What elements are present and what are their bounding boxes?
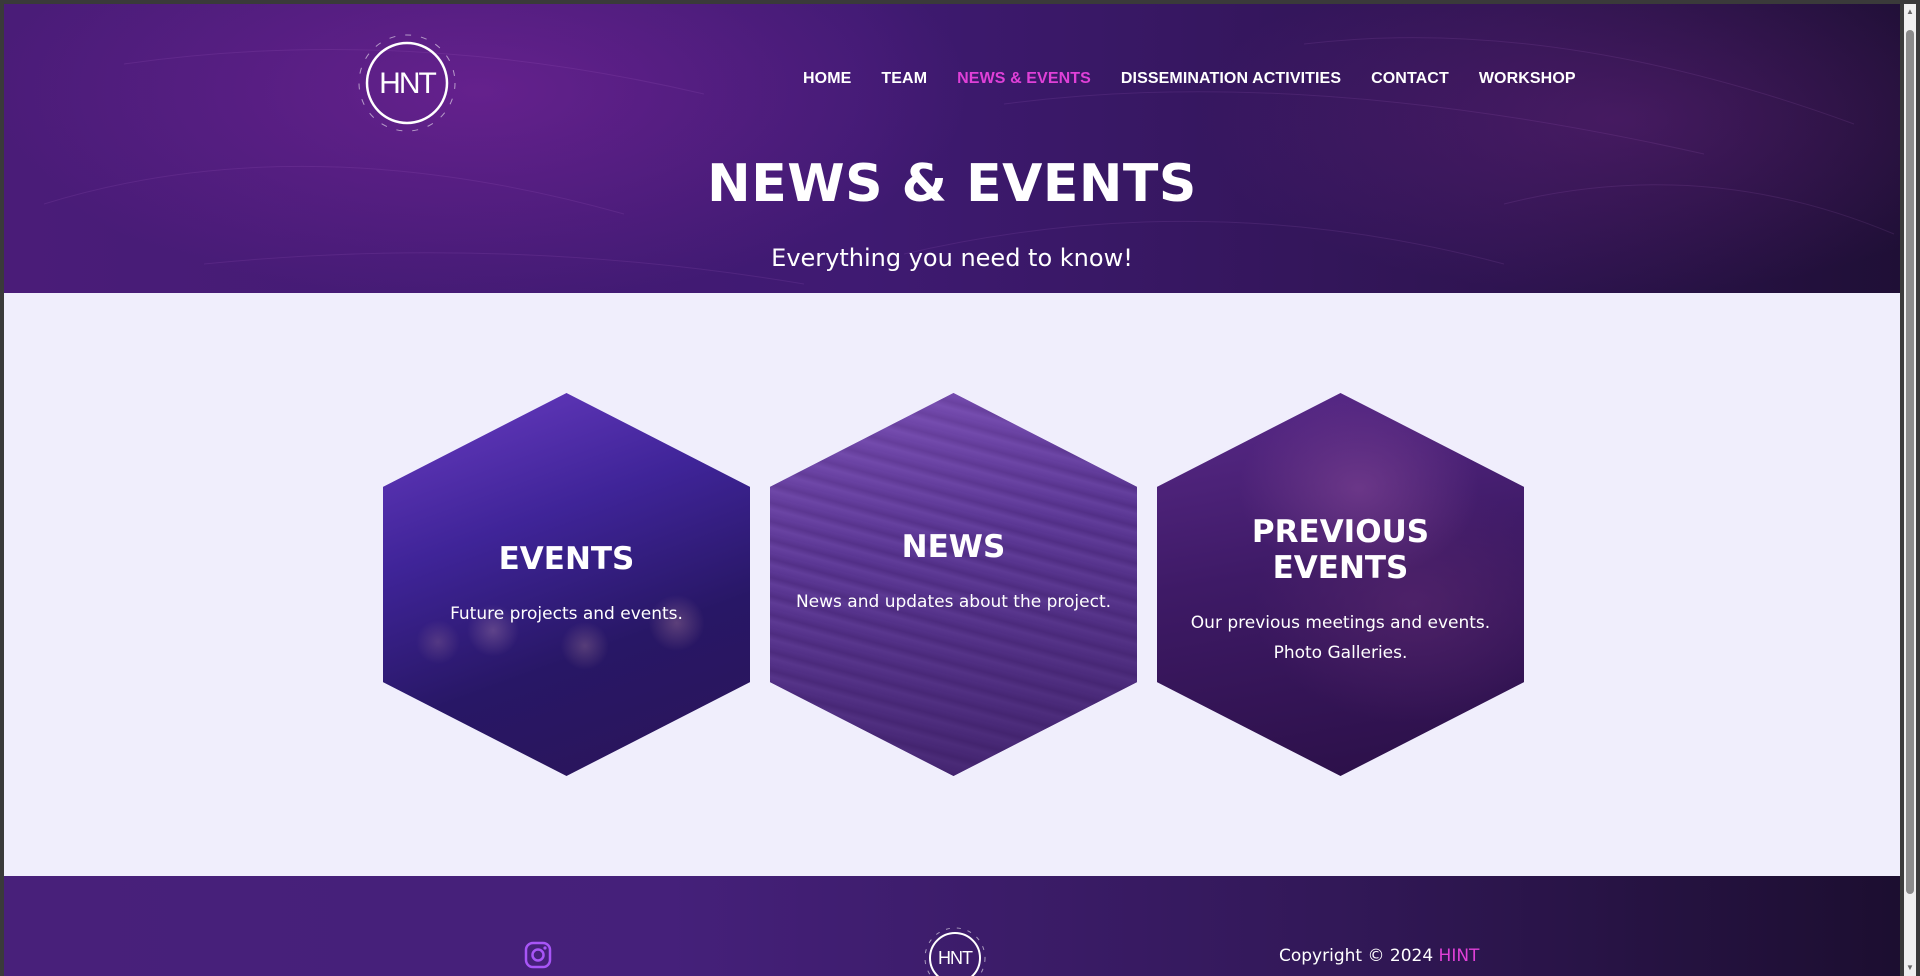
main-nav: HOME TEAM NEWS & EVENTS DISSEMINATION AC… <box>803 70 1606 88</box>
card-previous-events-title: PREVIOUS EVENTS <box>1251 514 1430 586</box>
footer: HNT Copyright © 2024 HINT <box>4 876 1900 976</box>
nav-news-events[interactable]: NEWS & EVENTS <box>957 70 1091 88</box>
nav-dissemination-activities[interactable]: DISSEMINATION ACTIVITIES <box>1121 70 1341 88</box>
card-news-description: News and updates about the project. <box>795 592 1112 612</box>
card-news-title: NEWS <box>901 529 1006 565</box>
page: HNT HOME TEAM NEWS & EVENTS DISSEMINATIO… <box>4 4 1900 976</box>
instagram-icon[interactable] <box>523 940 553 970</box>
footer-logo-text: HNT <box>938 948 973 968</box>
vertical-scrollbar[interactable]: ▲ ▼ <box>1904 4 1916 976</box>
card-events-title: EVENTS <box>498 541 635 577</box>
hero-header: HNT HOME TEAM NEWS & EVENTS DISSEMINATIO… <box>4 4 1900 293</box>
footer-logo[interactable]: HNT <box>923 926 987 976</box>
page-title: NEWS & EVENTS <box>707 154 1197 214</box>
card-events[interactable]: EVENTS Future projects and events. <box>383 393 750 776</box>
scroll-up-arrow-icon[interactable]: ▲ <box>1904 4 1916 20</box>
copyright-brand-link[interactable]: HINT <box>1439 946 1480 966</box>
nav-workshop[interactable]: WORKSHOP <box>1479 70 1576 88</box>
card-news[interactable]: NEWS News and updates about the project. <box>770 393 1137 776</box>
copyright-text: Copyright © 2024 HINT <box>1279 946 1479 966</box>
card-events-description: Future projects and events. <box>450 604 683 624</box>
nav-team[interactable]: TEAM <box>881 70 927 88</box>
card-previous-events[interactable]: PREVIOUS EVENTS Our previous meetings an… <box>1157 393 1524 776</box>
hnt-logo[interactable]: HNT <box>354 30 460 136</box>
logo-emblem: HNT <box>358 34 456 132</box>
page-subtitle: Everything you need to know! <box>771 244 1133 272</box>
nav-contact[interactable]: CONTACT <box>1371 70 1449 88</box>
scroll-down-arrow-icon[interactable]: ▼ <box>1904 960 1916 976</box>
logo-text: HNT <box>379 67 436 100</box>
card-previous-events-description: Our previous meetings and events. Photo … <box>1190 613 1491 663</box>
copyright-prefix: Copyright © 2024 <box>1279 946 1439 966</box>
nav-home[interactable]: HOME <box>803 70 851 88</box>
scrollbar-thumb[interactable] <box>1906 30 1914 894</box>
